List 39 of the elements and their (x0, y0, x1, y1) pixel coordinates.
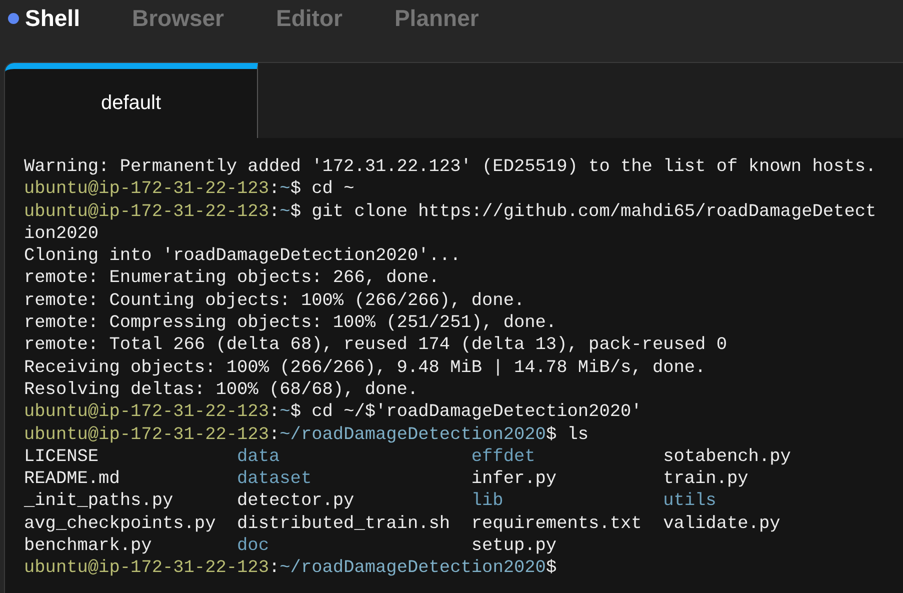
directory-name: lib (471, 490, 504, 513)
file-name: setup.py (471, 535, 558, 558)
file-name: detector.py (237, 490, 356, 513)
file-name: sotabench.py (663, 446, 792, 468)
directory-name: effdet (471, 446, 536, 468)
app-tab[interactable]: Planner (394, 4, 479, 32)
directory-name: utils (663, 490, 718, 513)
terminal-line: remote: Enumerating objects: 266, done. (24, 267, 440, 290)
terminal-line: Resolving deltas: 100% (68/68), done. (24, 378, 420, 402)
terminal-line: Warning: Permanently added '172.31.22.123' (ED25519) to the list of known hosts. (24, 156, 878, 178)
active-dot-icon (8, 12, 19, 24)
file-name: LICENSE (24, 446, 100, 468)
terminal-line: ubuntu@ip-172-31-22-123:~$ git clone https://github.com/mahdi65/roadDamageDetect (24, 200, 878, 223)
file-name: requirements.txt (471, 512, 643, 536)
file-name: _init_paths.py (24, 490, 174, 513)
terminal-line: ion2020 (24, 222, 100, 246)
file-name: train.py (663, 468, 750, 490)
app-tab[interactable]: Browser (132, 4, 224, 32)
file-name: benchmark.py (24, 535, 153, 558)
file-name: distributed_train.sh (237, 512, 452, 536)
session-tab[interactable]: default (5, 63, 258, 138)
file-name: infer.py (471, 468, 558, 490)
file-name: README.md (24, 468, 121, 490)
directory-name: data (237, 446, 281, 468)
terminal-line: ubuntu@ip-172-31-22-123:~/roadDamageDetection2020$ (24, 557, 558, 580)
terminal-line: Cloning into 'roadDamageDetection2020'... (24, 245, 462, 268)
terminal-line: ubuntu@ip-172-31-22-123:~$ cd ~ (24, 178, 356, 201)
directory-name: doc (237, 535, 270, 558)
terminal-line: ubuntu@ip-172-31-22-123:~/roadDamageDetection2020$ ls (24, 424, 590, 446)
terminal-line: remote: Total 266 (delta 68), reused 174 (delta 13), pack-reused 0 (24, 334, 728, 357)
app-tab[interactable]: Shell (8, 4, 80, 32)
terminal-line: Receiving objects: 100% (266/266), 9.48 MiB | 14.78 MiB/s, done. (24, 356, 707, 379)
app-tab[interactable]: Editor (276, 4, 342, 32)
terminal-line: remote: Compressing objects: 100% (251/251), done. (24, 312, 558, 334)
file-name: avg_checkpoints.py (24, 512, 217, 536)
terminal-line: ubuntu@ip-172-31-22-123:~$ cd ~/$'roadDamageDetection2020' (24, 401, 643, 424)
terminal-line: remote: Counting objects: 100% (266/266), done. (24, 290, 526, 312)
file-name: validate.py (663, 512, 782, 536)
directory-name: dataset (237, 468, 313, 490)
